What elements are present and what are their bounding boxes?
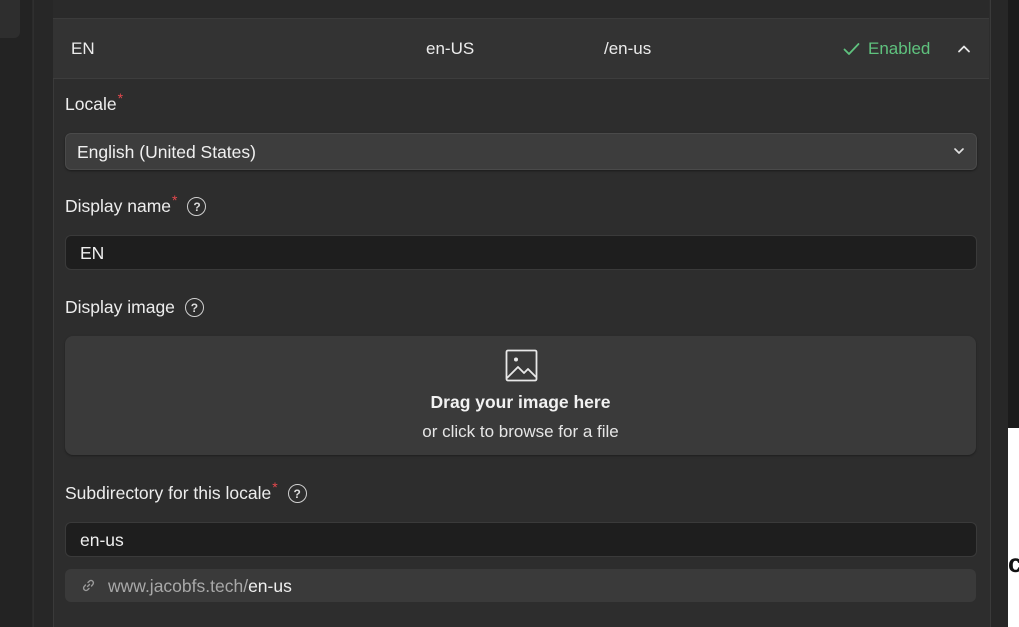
help-icon[interactable]: ?	[287, 484, 307, 503]
display-name-value: EN	[80, 243, 105, 263]
locale-select[interactable]: English (United States)	[65, 133, 977, 170]
url-preview-text: www.jacobfs.tech/en-us	[108, 576, 292, 597]
locale-label: Locale *	[65, 90, 123, 115]
subdirectory-value: en-us	[80, 530, 124, 550]
required-asterisk: *	[272, 478, 278, 495]
subdirectory-label: Subdirectory for this locale * ?	[65, 479, 307, 504]
check-icon	[843, 43, 860, 55]
locale-row-header[interactable]: EN en-US /en-us Enabled	[53, 19, 989, 79]
locale-select-value: English (United States)	[77, 142, 256, 162]
link-icon	[82, 579, 95, 592]
locale-row-display-name: EN	[71, 39, 95, 58]
display-name-input[interactable]: EN	[65, 235, 977, 270]
chevron-up-icon[interactable]	[954, 39, 974, 59]
display-name-label-text: Display name	[65, 196, 172, 216]
help-icon[interactable]: ?	[187, 197, 207, 216]
help-icon[interactable]: ?	[184, 298, 204, 317]
url-base: www.jacobfs.tech/	[108, 576, 249, 596]
subdirectory-input[interactable]: en-us	[65, 522, 977, 557]
left-rail-tab[interactable]	[0, 0, 20, 38]
left-rail	[0, 0, 33, 627]
required-asterisk: *	[117, 89, 124, 106]
right-edge-text: c	[1008, 548, 1019, 578]
image-icon	[505, 349, 538, 382]
url-preview: www.jacobfs.tech/en-us	[65, 569, 976, 602]
image-dropzone[interactable]: Drag your image here or click to browse …	[65, 336, 976, 455]
right-edge-window: c	[1008, 428, 1019, 627]
required-asterisk: *	[172, 191, 178, 208]
display-image-label-text: Display image	[65, 297, 175, 317]
dropzone-title: Drag your image here	[430, 392, 611, 412]
dropzone-subtitle: or click to browse for a file	[422, 422, 619, 441]
status-label: Enabled	[868, 39, 931, 58]
url-slug: en-us	[248, 576, 292, 596]
locale-label-text: Locale	[65, 94, 117, 114]
right-edge-strip	[1008, 0, 1019, 428]
display-name-label: Display name * ?	[65, 192, 207, 217]
locale-row-status: Enabled	[843, 39, 930, 59]
chevron-down-icon	[954, 148, 964, 154]
locale-row-code: en-US	[426, 39, 475, 58]
locale-row-path: /en-us	[604, 39, 652, 58]
subdirectory-label-text: Subdirectory for this locale	[65, 483, 272, 503]
display-image-label: Display image ?	[65, 297, 204, 318]
previous-locale-row[interactable]	[53, 0, 989, 19]
